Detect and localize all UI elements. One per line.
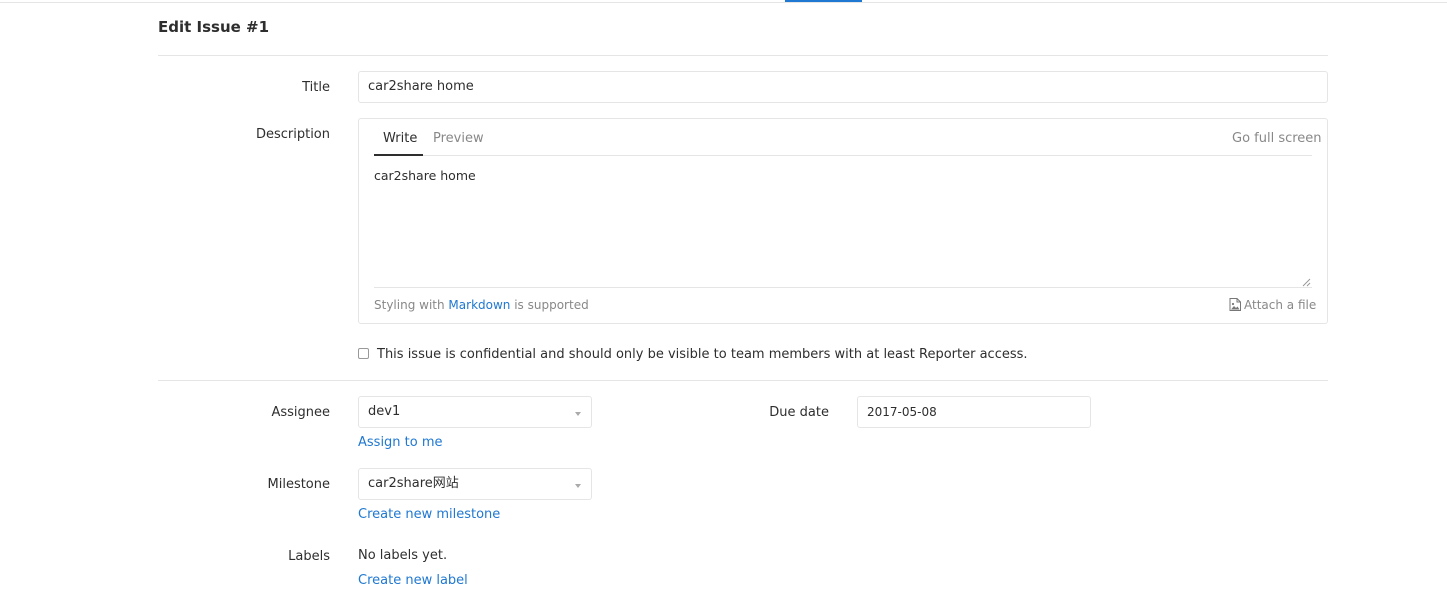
resize-handle-icon[interactable] [1302, 278, 1311, 287]
tab-divider [374, 155, 1312, 156]
tab-write[interactable]: Write [383, 131, 417, 146]
caret-down-icon [575, 412, 581, 416]
description-label: Description [255, 127, 330, 142]
markdown-link[interactable]: Markdown [448, 298, 510, 312]
image-file-icon [1229, 298, 1241, 311]
title-divider [158, 55, 1328, 56]
attach-file-button[interactable]: Attach a file [1229, 298, 1316, 312]
markdown-prefix: Styling with [374, 298, 445, 312]
tab-preview[interactable]: Preview [433, 131, 484, 146]
milestone-value: car2share网站 [368, 476, 459, 491]
markdown-suffix: is supported [514, 298, 589, 312]
assign-to-me-link[interactable]: Assign to me [358, 435, 443, 450]
create-label-link[interactable]: Create new label [358, 573, 468, 588]
assignee-label: Assignee [271, 405, 330, 420]
confidential-label: This issue is confidential and should on… [377, 347, 1028, 362]
confidential-checkbox[interactable] [358, 348, 369, 359]
attach-file-label: Attach a file [1244, 298, 1317, 312]
top-divider [0, 2, 1447, 3]
full-screen-button[interactable]: Go full screen [1232, 131, 1322, 146]
title-label: Title [302, 80, 330, 95]
milestone-dropdown[interactable]: car2share网站 [358, 468, 592, 500]
due-date-label: Due date [769, 405, 829, 420]
description-textarea[interactable]: car2share home [374, 168, 1312, 286]
create-milestone-link[interactable]: Create new milestone [358, 507, 500, 522]
assignee-value: dev1 [368, 404, 401, 419]
section-divider [158, 380, 1328, 381]
title-input[interactable]: car2share home [358, 71, 1328, 103]
due-date-input[interactable]: 2017-05-08 [857, 396, 1091, 428]
labels-label: Labels [288, 549, 330, 564]
caret-down-icon [575, 484, 581, 488]
assignee-dropdown[interactable]: dev1 [358, 396, 592, 428]
active-tab-indicator [374, 154, 423, 156]
milestone-label: Milestone [267, 477, 331, 492]
textarea-divider [374, 287, 1312, 288]
nav-active-indicator [785, 0, 862, 2]
markdown-note: Styling with Markdown is supported [374, 298, 589, 312]
page-title: Edit Issue #1 [158, 18, 270, 36]
labels-value: No labels yet. [358, 548, 448, 563]
